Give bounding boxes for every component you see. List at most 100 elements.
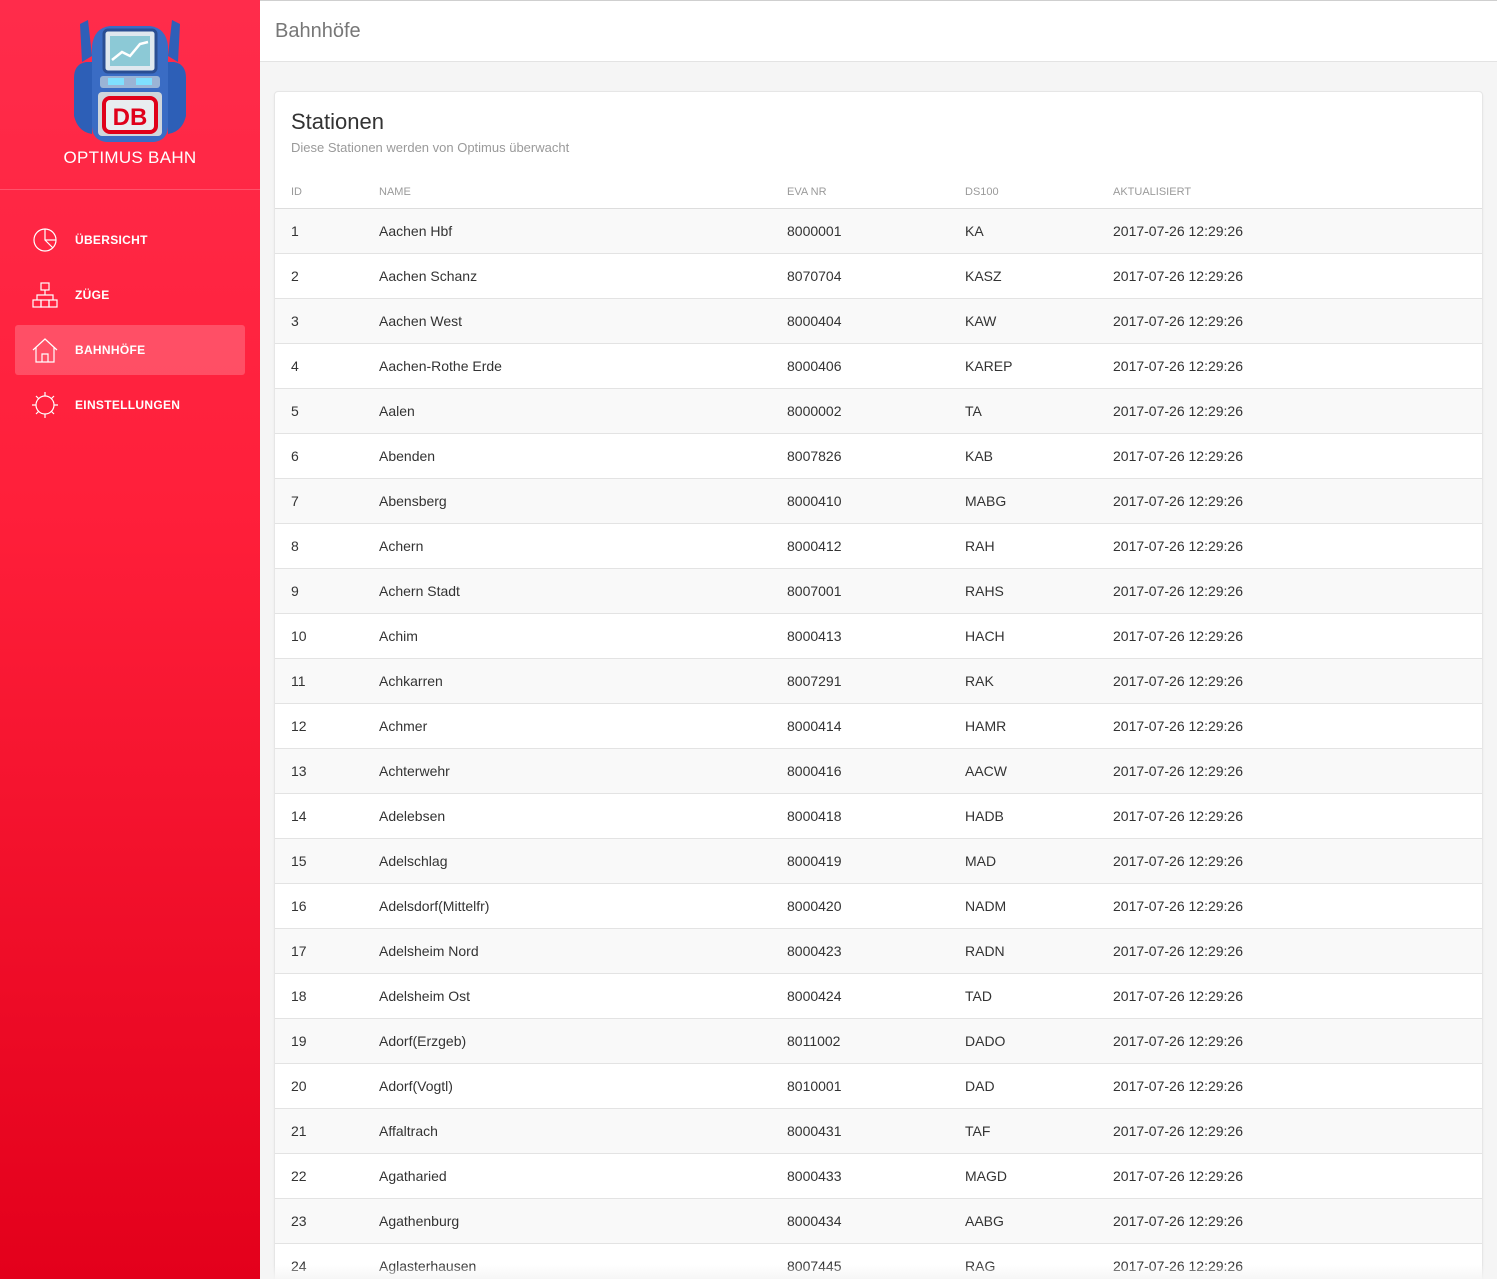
page-title: Bahnhöfe bbox=[275, 20, 361, 42]
cell-id: 9 bbox=[275, 568, 379, 614]
column-header-id[interactable]: ID bbox=[275, 177, 379, 209]
cell-id: 23 bbox=[275, 1198, 379, 1244]
cell-ds100: HACH bbox=[965, 613, 1113, 659]
cell-eva-nr: 8000419 bbox=[787, 838, 965, 884]
table-body: 1 Aachen Hbf 8000001 KA 2017-07-26 12:29:26 2… bbox=[275, 208, 1482, 1279]
cell-aktualisiert: 2017-07-26 12:29:26 bbox=[1113, 478, 1482, 524]
cell-name: Aachen West bbox=[379, 298, 787, 344]
cell-aktualisiert: 2017-07-26 12:29:26 bbox=[1113, 1153, 1482, 1199]
cell-ds100: RADN bbox=[965, 928, 1113, 974]
cell-ds100: RAH bbox=[965, 523, 1113, 569]
column-header-eva-nr[interactable]: EVA NR bbox=[787, 177, 965, 209]
sidebar-item-einstellungen[interactable]: EINSTELLUNGEN bbox=[15, 380, 245, 430]
cell-aktualisiert: 2017-07-26 12:29:26 bbox=[1113, 1108, 1482, 1154]
optimus-logo: DB bbox=[74, 20, 186, 142]
table-row[interactable]: 4 Aachen-Rothe Erde 8000406 KAREP 2017-07-26… bbox=[275, 343, 1482, 389]
table-row[interactable]: 1 Aachen Hbf 8000001 KA 2017-07-26 12:29:26 bbox=[275, 208, 1482, 254]
sidebar-item-uebersicht[interactable]: ÜBERSICHT bbox=[15, 215, 245, 265]
table-row[interactable]: 5 Aalen 8000002 TA 2017-07-26 12:29:26 bbox=[275, 388, 1482, 434]
cell-ds100: MABG bbox=[965, 478, 1113, 524]
table-row[interactable]: 8 Achern 8000412 RAH 2017-07-26 12:29:26 bbox=[275, 523, 1482, 569]
cell-name: Adorf(Vogtl) bbox=[379, 1063, 787, 1109]
table-row[interactable]: 15 Adelschlag 8000419 MAD 2017-07-26 12:29:2… bbox=[275, 838, 1482, 884]
cell-id: 3 bbox=[275, 298, 379, 344]
cell-eva-nr: 8000412 bbox=[787, 523, 965, 569]
cell-aktualisiert: 2017-07-26 12:29:26 bbox=[1113, 298, 1482, 344]
table-row[interactable]: 11 Achkarren 8007291 RAK 2017-07-26 12:29:26 bbox=[275, 658, 1482, 704]
table-row[interactable]: 3 Aachen West 8000404 KAW 2017-07-26 12:29:2… bbox=[275, 298, 1482, 344]
cell-eva-nr: 8000416 bbox=[787, 748, 965, 794]
app-name: OPTIMUS BAHN bbox=[63, 148, 197, 167]
cell-id: 17 bbox=[275, 928, 379, 974]
cell-aktualisiert: 2017-07-26 12:29:26 bbox=[1113, 523, 1482, 569]
cell-eva-nr: 8007001 bbox=[787, 568, 965, 614]
cell-name: Achterwehr bbox=[379, 748, 787, 794]
table-row[interactable]: 19 Adorf(Erzgeb) 8011002 DADO 2017-07-26 12:… bbox=[275, 1018, 1482, 1064]
cell-name: Adelsdorf(Mittelfr) bbox=[379, 883, 787, 929]
table-row[interactable]: 17 Adelsheim Nord 8000423 RADN 2017-07-26 12… bbox=[275, 928, 1482, 974]
cell-id: 16 bbox=[275, 883, 379, 929]
cell-eva-nr: 8000420 bbox=[787, 883, 965, 929]
cell-eva-nr: 8007826 bbox=[787, 433, 965, 479]
cell-id: 1 bbox=[275, 208, 379, 254]
table-row[interactable]: 16 Adelsdorf(Mittelfr) 8000420 NADM 2017-07-… bbox=[275, 883, 1482, 929]
cell-name: Achkarren bbox=[379, 658, 787, 704]
cell-ds100: HADB bbox=[965, 793, 1113, 839]
cell-ds100: AABG bbox=[965, 1198, 1113, 1244]
scroll-fade bbox=[260, 1265, 1497, 1279]
cell-aktualisiert: 2017-07-26 12:29:26 bbox=[1113, 973, 1482, 1019]
table-row[interactable]: 12 Achmer 8000414 HAMR 2017-07-26 12:29:26 bbox=[275, 703, 1482, 749]
table-row[interactable]: 9 Achern Stadt 8007001 RAHS 2017-07-26 12:29… bbox=[275, 568, 1482, 614]
cell-ds100: KA bbox=[965, 208, 1113, 254]
table-row[interactable]: 13 Achterwehr 8000416 AACW 2017-07-26 12:29:… bbox=[275, 748, 1482, 794]
cell-name: Adelschlag bbox=[379, 838, 787, 884]
cell-aktualisiert: 2017-07-26 12:29:26 bbox=[1113, 433, 1482, 479]
db-badge-text: DB bbox=[113, 104, 148, 131]
cell-ds100: NADM bbox=[965, 883, 1113, 929]
table-row[interactable]: 6 Abenden 8007826 KAB 2017-07-26 12:29:26 bbox=[275, 433, 1482, 479]
card-subtitle: Diese Stationen werden von Optimus überw… bbox=[291, 140, 570, 155]
cell-id: 20 bbox=[275, 1063, 379, 1109]
cell-id: 22 bbox=[275, 1153, 379, 1199]
column-header-name[interactable]: NAME bbox=[379, 177, 787, 209]
cell-aktualisiert: 2017-07-26 12:29:26 bbox=[1113, 343, 1482, 389]
cell-name: Adelsheim Nord bbox=[379, 928, 787, 974]
table-row[interactable]: 14 Adelebsen 8000418 HADB 2017-07-26 12:29:2… bbox=[275, 793, 1482, 839]
cell-aktualisiert: 2017-07-26 12:29:26 bbox=[1113, 658, 1482, 704]
table-row[interactable]: 22 Agatharied 8000433 MAGD 2017-07-26 12:29:… bbox=[275, 1153, 1482, 1199]
sidebar-item-label: EINSTELLUNGEN bbox=[75, 398, 181, 412]
sidebar-item-label: ZÜGE bbox=[75, 288, 110, 302]
table-row[interactable]: 20 Adorf(Vogtl) 8010001 DAD 2017-07-26 12:29… bbox=[275, 1063, 1482, 1109]
cell-name: Agathenburg bbox=[379, 1198, 787, 1244]
cell-name: Aachen-Rothe Erde bbox=[379, 343, 787, 389]
table-row[interactable]: 23 Agathenburg 8000434 AABG 2017-07-26 12:29… bbox=[275, 1198, 1482, 1244]
table-row[interactable]: 21 Affaltrach 8000431 TAF 2017-07-26 12:29:2… bbox=[275, 1108, 1482, 1154]
cell-ds100: RAK bbox=[965, 658, 1113, 704]
cell-aktualisiert: 2017-07-26 12:29:26 bbox=[1113, 613, 1482, 659]
cell-eva-nr: 8000404 bbox=[787, 298, 965, 344]
sidebar-item-zuege[interactable]: ZÜGE bbox=[15, 270, 245, 320]
table-row[interactable]: 7 Abensberg 8000410 MABG 2017-07-26 12:29:26 bbox=[275, 478, 1482, 524]
table-row[interactable]: 10 Achim 8000413 HACH 2017-07-26 12:29:26 bbox=[275, 613, 1482, 659]
cell-name: Adelsheim Ost bbox=[379, 973, 787, 1019]
cell-id: 6 bbox=[275, 433, 379, 479]
cell-eva-nr: 8000431 bbox=[787, 1108, 965, 1154]
column-header-aktualisiert[interactable]: AKTUALISIERT bbox=[1113, 177, 1482, 209]
sidebar-item-label: ÜBERSICHT bbox=[75, 233, 148, 247]
cell-aktualisiert: 2017-07-26 12:29:26 bbox=[1113, 253, 1482, 299]
column-header-ds100[interactable]: DS100 bbox=[965, 177, 1113, 209]
cell-aktualisiert: 2017-07-26 12:29:26 bbox=[1113, 928, 1482, 974]
cell-aktualisiert: 2017-07-26 12:29:26 bbox=[1113, 1063, 1482, 1109]
cell-name: Aalen bbox=[379, 388, 787, 434]
cell-name: Abensberg bbox=[379, 478, 787, 524]
sidebar-item-label: BAHNHÖFE bbox=[75, 343, 146, 357]
table-row[interactable]: 18 Adelsheim Ost 8000424 TAD 2017-07-26 12:2… bbox=[275, 973, 1482, 1019]
cell-eva-nr: 8000410 bbox=[787, 478, 965, 524]
cell-id: 10 bbox=[275, 613, 379, 659]
cell-name: Aachen Hbf bbox=[379, 208, 787, 254]
cell-ds100: DAD bbox=[965, 1063, 1113, 1109]
cell-ds100: KAB bbox=[965, 433, 1113, 479]
sidebar-item-bahnhoefe[interactable]: BAHNHÖFE bbox=[15, 325, 245, 375]
cell-eva-nr: 8000413 bbox=[787, 613, 965, 659]
table-row[interactable]: 2 Aachen Schanz 8070704 KASZ 2017-07-26 12:2… bbox=[275, 253, 1482, 299]
